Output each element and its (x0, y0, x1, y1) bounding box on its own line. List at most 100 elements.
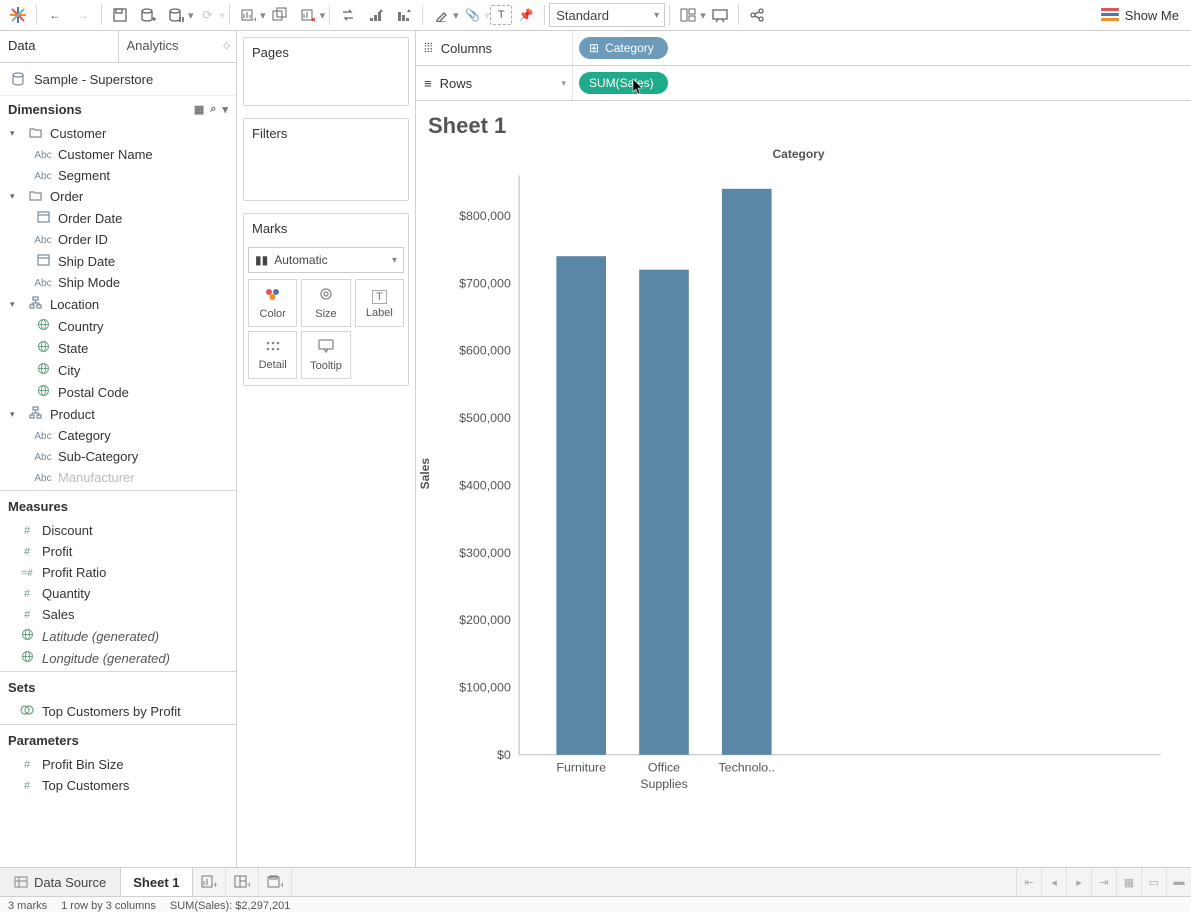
marks-color-button[interactable]: Color (248, 279, 297, 327)
show-me-button[interactable]: Show Me (1093, 8, 1187, 23)
group-location[interactable]: ▾Location (0, 293, 236, 315)
sets-tree: Top Customers by Profit (0, 701, 236, 722)
field-segment[interactable]: AbcSegment (0, 165, 236, 186)
tab-analytics[interactable]: Analytics◇ (118, 31, 237, 62)
fit-label: Standard (556, 8, 609, 23)
group-product[interactable]: ▾Product (0, 403, 236, 425)
status-marks: 3 marks (8, 900, 47, 912)
show-cards-button[interactable] (674, 2, 702, 28)
refresh-button[interactable]: ⟳ (194, 2, 222, 28)
param-top-customers[interactable]: #Top Customers (0, 775, 236, 796)
save-button[interactable] (106, 2, 134, 28)
bar-office supplies[interactable] (639, 270, 689, 755)
show-sheets-button[interactable]: ▦ (1116, 868, 1141, 896)
svg-text:Supplies: Supplies (640, 777, 688, 791)
field-sales[interactable]: #Sales (0, 604, 236, 625)
svg-text:+: + (280, 880, 283, 889)
fit-selector[interactable]: Standard (549, 3, 665, 27)
field-postal-code[interactable]: Postal Code (0, 381, 236, 403)
marks-detail-button[interactable]: Detail (248, 331, 297, 379)
pause-data-button[interactable] (162, 2, 190, 28)
svg-text:+: + (247, 880, 250, 889)
datasource-tab[interactable]: Data Source (0, 868, 121, 896)
svg-text:$400,000: $400,000 (459, 478, 511, 492)
marks-tooltip-button[interactable]: Tooltip (301, 331, 350, 379)
field-profit[interactable]: #Profit (0, 541, 236, 562)
new-worksheet-button[interactable]: + (234, 2, 262, 28)
menu-icon[interactable]: ▾ (222, 103, 228, 116)
columns-pill-category[interactable]: ⊞Category (579, 37, 668, 59)
marks-type-selector[interactable]: ▮▮Automatic (248, 247, 404, 273)
show-filmstrip-button[interactable]: ▭ (1141, 868, 1166, 896)
view-icon[interactable]: ▦ (194, 103, 204, 116)
new-sheet-button[interactable]: + (193, 868, 226, 896)
presentation-button[interactable] (706, 2, 734, 28)
field-customer-name[interactable]: AbcCustomer Name (0, 144, 236, 165)
param-profit-bin-size[interactable]: #Profit Bin Size (0, 754, 236, 775)
field-order-date[interactable]: Order Date (0, 207, 236, 229)
field-city[interactable]: City (0, 359, 236, 381)
bar-furniture[interactable] (556, 256, 606, 755)
forward-button[interactable]: → (69, 2, 97, 28)
back-button[interactable]: ← (41, 2, 69, 28)
filters-card[interactable]: Filters (243, 118, 409, 201)
new-datasource-button[interactable] (134, 2, 162, 28)
svg-text:$0: $0 (497, 748, 511, 762)
pages-card[interactable]: Pages (243, 37, 409, 106)
parameters-tree: #Profit Bin Size#Top Customers (0, 754, 236, 796)
show-tabs-button[interactable]: ▬ (1166, 868, 1191, 896)
new-dashboard-button[interactable]: + (226, 868, 259, 896)
rows-shelf[interactable]: ≡Rows▾ SUM(Sales) (416, 66, 1191, 101)
highlight-button[interactable] (427, 2, 455, 28)
group-customer[interactable]: ▾Customer (0, 123, 236, 144)
pin-button[interactable]: 📌 (512, 2, 540, 28)
sort-asc-button[interactable] (362, 2, 390, 28)
marks-label-button[interactable]: TLabel (355, 279, 404, 327)
marks-size-button[interactable]: Size (301, 279, 350, 327)
field-discount[interactable]: #Discount (0, 520, 236, 541)
group-button[interactable]: 📎 (459, 2, 487, 28)
clear-button[interactable] (294, 2, 322, 28)
swap-button[interactable] (334, 2, 362, 28)
svg-text:Furniture: Furniture (556, 760, 606, 774)
last-tab-button[interactable]: ⇥ (1091, 868, 1116, 896)
bar-chart[interactable]: $0$100,000$200,000$300,000$400,000$500,0… (426, 165, 1171, 857)
sheet1-tab[interactable]: Sheet 1 (121, 868, 192, 896)
field-state[interactable]: State (0, 337, 236, 359)
field-quantity[interactable]: #Quantity (0, 583, 236, 604)
field-order-id[interactable]: AbcOrder ID (0, 229, 236, 250)
expand-icon: ⊞ (589, 41, 599, 55)
viz-area: ⦙⦙⦙Columns ⊞Category ≡Rows▾ SUM(Sales) S… (416, 31, 1191, 867)
bar-technolo..[interactable] (722, 189, 772, 755)
tab-data[interactable]: Data (0, 31, 118, 62)
chart-area[interactable]: Category Sales $0$100,000$200,000$300,00… (416, 143, 1191, 867)
next-tab-button[interactable]: ▸ (1066, 868, 1091, 896)
sort-desc-button[interactable] (390, 2, 418, 28)
field-ship-date[interactable]: Ship Date (0, 250, 236, 272)
search-icon[interactable]: ⌕ (210, 103, 216, 116)
field-category[interactable]: AbcCategory (0, 425, 236, 446)
columns-label: Columns (441, 41, 492, 56)
share-button[interactable] (743, 2, 771, 28)
field-country[interactable]: Country (0, 315, 236, 337)
duplicate-button[interactable] (266, 2, 294, 28)
group-order[interactable]: ▾Order (0, 186, 236, 207)
columns-shelf[interactable]: ⦙⦙⦙Columns ⊞Category (416, 31, 1191, 66)
sheet-title[interactable]: Sheet 1 (416, 101, 1191, 143)
field-manufacturer[interactable]: AbcManufacturer (0, 467, 236, 488)
field-longitude--generated-[interactable]: Longitude (generated) (0, 647, 236, 669)
field-ship-mode[interactable]: AbcShip Mode (0, 272, 236, 293)
set-top-customers-by-profit[interactable]: Top Customers by Profit (0, 701, 236, 722)
field-sub-category[interactable]: AbcSub-Category (0, 446, 236, 467)
field-latitude--generated-[interactable]: Latitude (generated) (0, 625, 236, 647)
text-button[interactable]: T (490, 5, 512, 25)
datasource-row[interactable]: Sample - Superstore (0, 63, 236, 96)
cards-pane: Pages Filters Marks ▮▮Automatic ColorSiz… (237, 31, 416, 867)
field-profit-ratio[interactable]: =#Profit Ratio (0, 562, 236, 583)
first-tab-button[interactable]: ⇤ (1016, 868, 1041, 896)
svg-text:$300,000: $300,000 (459, 546, 511, 560)
rows-pill-sales[interactable]: SUM(Sales) (579, 72, 668, 94)
logo-icon[interactable] (4, 2, 32, 28)
prev-tab-button[interactable]: ◂ (1041, 868, 1066, 896)
new-story-button[interactable]: + (259, 868, 292, 896)
